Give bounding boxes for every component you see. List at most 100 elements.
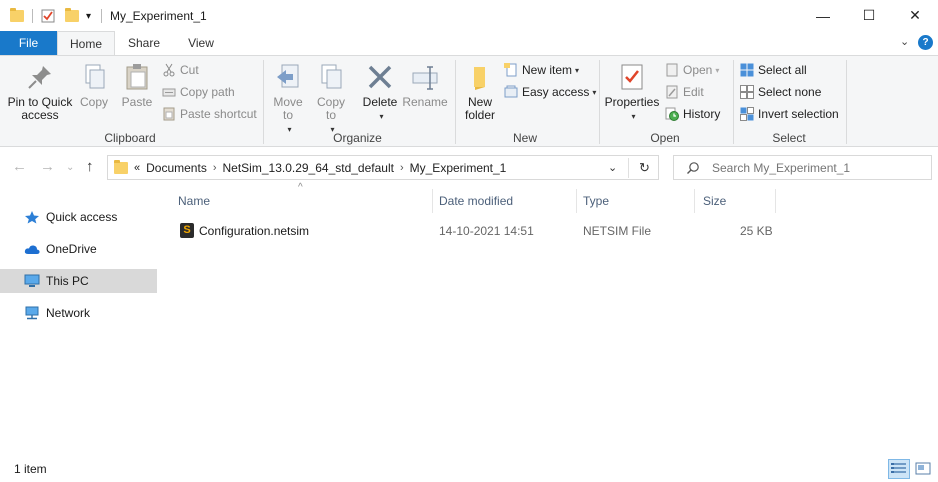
history-button[interactable]: History	[665, 104, 720, 124]
cut-button[interactable]: Cut	[162, 60, 199, 80]
cloud-icon	[24, 242, 40, 256]
tab-file[interactable]: File	[0, 31, 57, 55]
group-separator	[846, 60, 847, 144]
tab-share[interactable]: Share	[120, 31, 168, 55]
column-header-type[interactable]: Type	[573, 185, 691, 215]
new-folder-icon	[465, 62, 495, 92]
column-header-name[interactable]: Name	[168, 185, 429, 215]
status-item-count: 1 item	[14, 462, 47, 476]
move-to-button[interactable]: Move to ▾	[268, 62, 308, 136]
expand-ribbon-icon[interactable]: ⌄	[900, 35, 909, 48]
new-folder-label: New folder	[464, 95, 496, 122]
search-box[interactable]	[673, 155, 932, 180]
sidebar-item-label: This PC	[46, 274, 89, 288]
clipboard-group-label: Clipboard	[104, 131, 156, 145]
copy-path-label: Copy path	[180, 85, 235, 99]
customize-quick-access-icon[interactable]: ▾	[86, 7, 91, 25]
paste-icon	[122, 62, 152, 92]
copy-to-label: Copy to	[316, 95, 345, 122]
breadcrumb-netsim[interactable]: NetSim_13.0.29_64_std_default	[223, 161, 394, 175]
tab-view[interactable]: View	[176, 31, 226, 55]
rename-icon	[410, 62, 440, 92]
help-icon[interactable]: ?	[918, 35, 933, 50]
window-title: My_Experiment_1	[110, 9, 207, 23]
sidebar-item-label: Network	[46, 306, 91, 320]
copy-path-button[interactable]: Copy path	[162, 82, 235, 102]
recent-locations-icon[interactable]: ⌄	[66, 162, 74, 173]
copy-button[interactable]: Copy	[76, 62, 112, 109]
properties-quick-icon[interactable]	[41, 7, 55, 25]
easy-access-label: Easy access	[522, 85, 590, 99]
paste-shortcut-icon	[162, 107, 176, 121]
copy-label: Copy	[79, 95, 108, 109]
file-size: 25 KB	[740, 224, 773, 238]
close-button[interactable]: ✕	[892, 0, 938, 31]
new-folder-button[interactable]: New folder	[460, 62, 500, 122]
easy-access-button[interactable]: Easy access ▾	[504, 82, 596, 102]
refresh-icon[interactable]: ↻	[639, 160, 650, 176]
copy-to-icon	[316, 62, 346, 92]
invert-selection-icon	[740, 107, 754, 121]
move-to-icon	[273, 62, 303, 92]
ribbon-tabs: File Home Share View ⌄	[0, 31, 938, 56]
breadcrumb-chevron-icon[interactable]: ›	[400, 162, 404, 174]
group-separator	[455, 60, 456, 144]
navigation-pane: Quick access OneDrive This PC Network	[0, 185, 160, 455]
new-group-label: New	[512, 131, 537, 145]
separator	[101, 9, 102, 23]
edit-pencil-icon	[665, 85, 679, 99]
open-button[interactable]: Open ▾	[665, 60, 719, 80]
paste-button[interactable]: Paste	[118, 62, 156, 109]
address-bar[interactable]: « Documents › NetSim_13.0.29_64_std_defa…	[107, 155, 659, 180]
breadcrumb-current[interactable]: My_Experiment_1	[410, 161, 507, 175]
maximize-button[interactable]: ☐	[846, 0, 892, 31]
delete-label: Delete	[362, 95, 398, 109]
invert-selection-button[interactable]: Invert selection	[740, 104, 839, 124]
cut-label: Cut	[180, 63, 199, 77]
sidebar-item-quick-access[interactable]: Quick access	[0, 205, 157, 229]
new-item-button[interactable]: New item ▾	[504, 60, 579, 80]
edit-button[interactable]: Edit	[665, 82, 704, 102]
forward-arrow-icon[interactable]: →	[40, 158, 55, 175]
new-folder-quick-icon[interactable]	[65, 7, 79, 25]
column-header-date-modified[interactable]: Date modified	[429, 185, 573, 215]
back-arrow-icon[interactable]: ←	[12, 158, 27, 175]
search-input[interactable]	[712, 160, 922, 175]
sidebar-item-network[interactable]: Network	[0, 301, 157, 325]
breadcrumb-documents[interactable]: Documents	[146, 161, 207, 175]
pin-to-quick-access-button[interactable]: Pin to Quick access	[6, 62, 74, 122]
sidebar-item-this-pc[interactable]: This PC	[0, 269, 157, 293]
delete-button[interactable]: Delete ▾	[360, 62, 400, 123]
breadcrumb-chevron-icon[interactable]: ›	[213, 162, 217, 174]
select-none-button[interactable]: Select none	[740, 82, 821, 102]
sidebar-item-onedrive[interactable]: OneDrive	[0, 237, 157, 261]
large-icons-view-icon[interactable]	[912, 459, 934, 479]
organize-group-label: Organize	[333, 131, 382, 145]
paste-shortcut-button[interactable]: Paste shortcut	[162, 104, 257, 124]
copy-to-button[interactable]: Copy to ▾	[311, 62, 351, 136]
select-all-button[interactable]: Select all	[740, 60, 807, 80]
column-header-size[interactable]: Size	[693, 185, 773, 215]
tab-home[interactable]: Home	[57, 31, 115, 56]
select-all-label: Select all	[758, 63, 807, 77]
group-separator	[599, 60, 600, 144]
rename-button[interactable]: Rename	[402, 62, 448, 109]
up-arrow-icon[interactable]: ↑	[86, 158, 94, 175]
column-divider[interactable]	[775, 189, 776, 213]
sidebar-item-label: Quick access	[46, 210, 118, 224]
open-group-label: Open	[650, 131, 680, 145]
select-all-icon	[740, 63, 754, 77]
table-row[interactable]: S Configuration.netsim 14-10-2021 14:51 …	[168, 220, 773, 242]
edit-label: Edit	[683, 85, 704, 99]
network-icon	[24, 306, 40, 320]
navigation-bar: ← → ⌄ ↑ « Documents › NetSim_13.0.29_64_…	[0, 150, 938, 184]
folder-icon	[10, 7, 24, 25]
ribbon: Pin to Quick access Copy Paste Cut Copy …	[0, 55, 938, 147]
copy-icon	[79, 62, 109, 92]
details-view-icon[interactable]	[888, 459, 910, 479]
breadcrumb-overflow[interactable]: «	[134, 162, 140, 174]
properties-button[interactable]: Properties ▾	[604, 62, 660, 123]
open-icon	[665, 63, 679, 77]
address-dropdown-icon[interactable]: ⌄	[608, 161, 617, 174]
minimize-button[interactable]: —	[800, 0, 846, 31]
